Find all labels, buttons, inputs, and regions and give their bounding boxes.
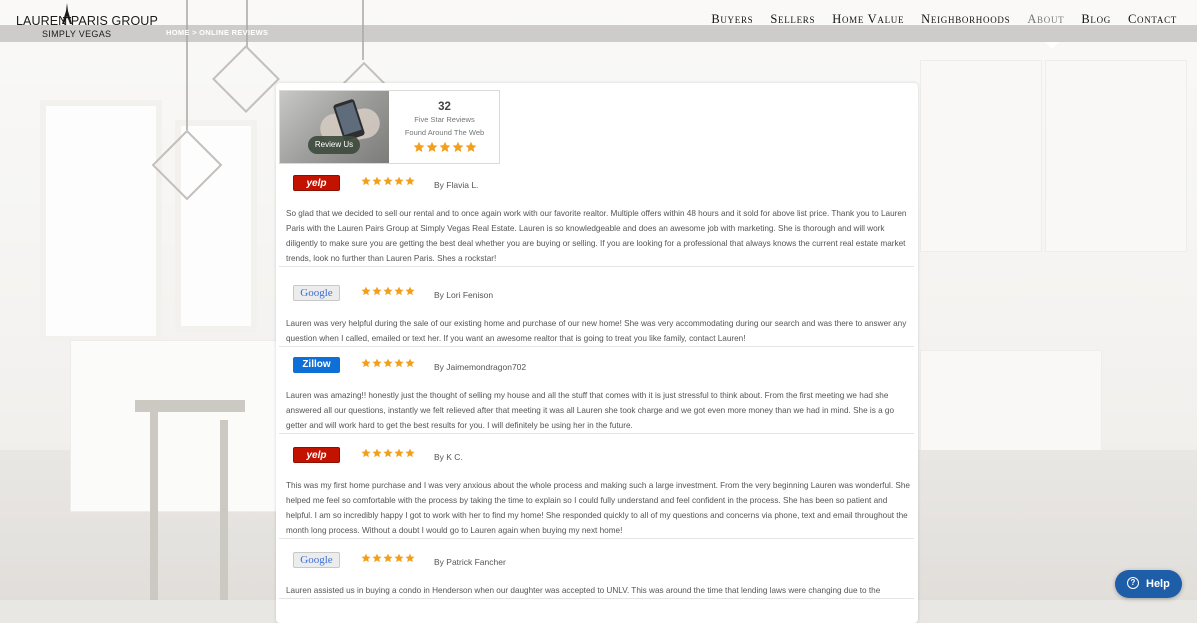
review-header: yelp By K C. xyxy=(279,444,914,472)
review-author: By Flavia L. xyxy=(434,180,479,190)
star-icon xyxy=(394,553,404,563)
zillow-logo[interactable]: Zillow xyxy=(293,357,340,373)
review-author: By Jaimemondragon702 xyxy=(434,362,527,372)
nav-link-blog[interactable]: Blog xyxy=(1081,12,1111,27)
star-icon xyxy=(372,448,382,458)
review-summary-line-2: Found Around The Web xyxy=(404,128,485,137)
summary-star-rating xyxy=(390,141,499,153)
logo-name: LAUREN PARIS GROUP xyxy=(16,14,158,28)
review-star-rating xyxy=(361,358,415,368)
review-us-button[interactable]: Review Us xyxy=(308,136,360,154)
nav-link-contact[interactable]: Contact xyxy=(1128,12,1177,27)
review-header: Zillow By Jaimemondragon702 xyxy=(279,354,914,382)
star-icon xyxy=(372,553,382,563)
star-icon xyxy=(465,141,476,152)
star-icon xyxy=(383,358,393,368)
review-summary-line-1: Five Star Reviews xyxy=(414,115,475,124)
help-button-label: Help xyxy=(1146,578,1170,590)
star-icon xyxy=(439,141,450,152)
review-item: Google By Lori Fenison Lauren was very hel… xyxy=(279,282,914,347)
nav-link-sellers[interactable]: Sellers xyxy=(770,12,815,27)
review-star-rating xyxy=(361,448,415,458)
review-count: 32 xyxy=(438,101,451,113)
star-icon xyxy=(394,286,404,296)
yelp-logo[interactable]: yelp xyxy=(293,175,340,191)
logo-tagline: SIMPLY VEGAS xyxy=(42,29,112,39)
star-icon xyxy=(426,141,437,152)
nav-dropdown-caret xyxy=(1045,42,1059,49)
review-text: Lauren was amazing!! honestly just the t… xyxy=(286,391,895,430)
yelp-logo[interactable]: yelp xyxy=(293,447,340,463)
star-icon xyxy=(394,448,404,458)
nav-link-buyers[interactable]: Buyers xyxy=(711,12,753,27)
review-star-rating xyxy=(361,286,415,296)
review-author: By Patrick Fancher xyxy=(434,557,506,567)
star-icon xyxy=(405,286,415,296)
site-header: HOME > ONLINE REVIEWS LAUREN PARIS GROUP… xyxy=(0,0,1197,49)
star-icon xyxy=(452,141,463,152)
review-item: yelp By Flavia L. So glad that we decided … xyxy=(279,172,914,267)
nav-link-neighborhoods[interactable]: Neighborhoods xyxy=(921,12,1010,27)
star-icon xyxy=(405,553,415,563)
phone-photo: Review Us xyxy=(280,91,389,163)
star-icon xyxy=(405,448,415,458)
breadcrumb[interactable]: HOME > ONLINE REVIEWS xyxy=(166,28,268,37)
star-icon xyxy=(405,358,415,368)
review-text: So glad that we decided to sell our rent… xyxy=(286,209,907,263)
google-logo[interactable]: Google xyxy=(293,285,340,301)
review-summary-info: 32 Five Star Reviews Found Around The We… xyxy=(390,91,499,163)
nav-link-home-value[interactable]: Home Value xyxy=(832,12,904,27)
review-summary-card: Review Us 32 Five Star Reviews Found Aro… xyxy=(279,90,500,164)
review-author: By Lori Fenison xyxy=(434,290,494,300)
star-icon xyxy=(372,286,382,296)
question-mark-icon: ? xyxy=(1127,577,1139,589)
star-icon xyxy=(383,448,393,458)
review-star-rating xyxy=(361,553,415,563)
star-icon xyxy=(361,358,371,368)
nav-link-about[interactable]: About xyxy=(1027,12,1064,27)
review-item: yelp By K C. This was my first home purcha… xyxy=(279,444,914,539)
review-star-rating xyxy=(361,176,415,186)
reviews-panel: Review Us 32 Five Star Reviews Found Aro… xyxy=(276,83,918,623)
star-icon xyxy=(413,141,424,152)
breadcrumb-bar: HOME > ONLINE REVIEWS xyxy=(0,25,1197,42)
review-item: Zillow By Jaimemondragon702 Lauren was ama… xyxy=(279,354,914,434)
star-icon xyxy=(361,176,371,186)
review-item: Google By Patrick Fancher Lauren assisted … xyxy=(279,549,914,599)
star-icon xyxy=(361,553,371,563)
star-icon xyxy=(361,286,371,296)
star-icon xyxy=(383,286,393,296)
star-icon xyxy=(372,358,382,368)
star-icon xyxy=(361,448,371,458)
star-icon xyxy=(372,176,382,186)
review-header: Google By Patrick Fancher xyxy=(279,549,914,577)
star-icon xyxy=(383,553,393,563)
review-text: Lauren was very helpful during the sale … xyxy=(286,319,907,343)
review-header: yelp By Flavia L. xyxy=(279,172,914,200)
star-icon xyxy=(394,358,404,368)
review-text: Lauren assisted us in buying a condo in … xyxy=(286,586,881,595)
review-header: Google By Lori Fenison xyxy=(279,282,914,310)
site-logo[interactable]: LAUREN PARIS GROUP SIMPLY VEGAS xyxy=(16,3,158,40)
star-icon xyxy=(383,176,393,186)
google-logo[interactable]: Google xyxy=(293,552,340,568)
star-icon xyxy=(405,176,415,186)
star-icon xyxy=(394,176,404,186)
review-author: By K C. xyxy=(434,452,463,462)
review-text: This was my first home purchase and I wa… xyxy=(286,481,910,535)
main-nav: Buyers Sellers Home Value Neighborhoods Abou… xyxy=(711,12,1177,27)
help-button[interactable]: ? Help xyxy=(1115,570,1182,598)
